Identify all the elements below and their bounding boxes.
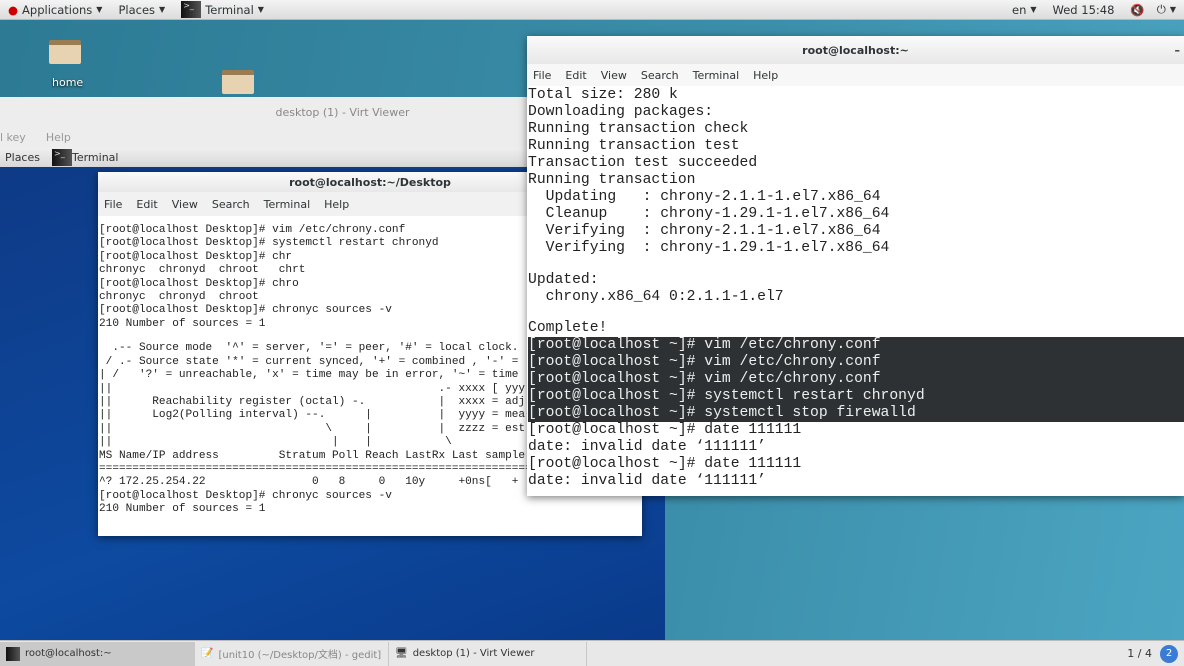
system-menu[interactable]: 🔇 ⏻ ▼ bbox=[1122, 0, 1184, 20]
terminal-line: [root@localhost ~]# systemctl stop firew… bbox=[528, 405, 1184, 423]
volume-muted-icon: 🔇 bbox=[1130, 2, 1145, 17]
menu-file[interactable]: File bbox=[533, 69, 551, 82]
redhat-icon: ● bbox=[8, 2, 19, 17]
right-terminal-window: root@localhost:~ – File Edit View Search Term… bbox=[527, 36, 1184, 496]
terminal-line: Running transaction test bbox=[528, 138, 740, 154]
menu-help[interactable]: Help bbox=[324, 198, 349, 211]
menu-view[interactable]: View bbox=[601, 69, 627, 82]
menu-view[interactable]: View bbox=[172, 198, 198, 211]
terminal-icon: >_ bbox=[51, 148, 72, 166]
terminal-line: Verifying : chrony-1.29.1-1.el7.x86_64 bbox=[528, 240, 890, 256]
terminal-line: [root@localhost ~]# date 111111 bbox=[528, 456, 802, 473]
window-title: root@localhost:~/Desktop bbox=[289, 175, 451, 189]
terminal-line: [root@localhost ~]# systemctl restart ch… bbox=[528, 388, 1184, 406]
clock[interactable]: Wed 15:48 bbox=[1045, 0, 1123, 20]
menu-send-key[interactable]: l key bbox=[0, 131, 26, 144]
terminal-line: Running transaction check bbox=[528, 121, 749, 137]
menu-search[interactable]: Search bbox=[641, 69, 679, 82]
terminal-line: date: invalid date ‘111111’ bbox=[528, 439, 766, 456]
vm-places-menu[interactable]: Places bbox=[0, 151, 52, 164]
taskbar: root@localhost:~ 📝 [unit10 (~/Desktop/文档)… bbox=[0, 640, 1184, 666]
terminal-line: Complete! bbox=[528, 320, 608, 337]
terminal-line: Total size: 280 k bbox=[528, 87, 678, 103]
menu-file[interactable]: File bbox=[104, 198, 122, 211]
terminal-line: Downloading packages: bbox=[528, 104, 714, 120]
menu-help[interactable]: Help bbox=[46, 131, 71, 144]
terminal-line: Cleanup : chrony-1.29.1-1.el7.x86_64 bbox=[528, 206, 890, 222]
terminal-line: Updated: bbox=[528, 271, 599, 288]
menu-terminal[interactable]: Terminal bbox=[264, 198, 311, 211]
monitor-icon: 🖥 bbox=[395, 648, 408, 659]
terminal-line: [root@localhost ~]# date 111111 bbox=[528, 422, 802, 439]
applications-label: Applications bbox=[22, 2, 93, 17]
text-editor-icon: 📝 bbox=[201, 648, 214, 659]
terminal-line: Transaction test succeeded bbox=[528, 155, 758, 171]
power-icon: ⏻ bbox=[1156, 2, 1166, 16]
places-menu[interactable]: Places ▼ bbox=[110, 0, 173, 20]
caret-down-icon: ▼ bbox=[1030, 5, 1037, 14]
window-title: root@localhost:~ bbox=[802, 43, 909, 57]
task-terminal[interactable]: root@localhost:~ bbox=[0, 641, 195, 666]
terminal-icon: >_ bbox=[181, 1, 202, 18]
task-gedit[interactable]: 📝 [unit10 (~/Desktop/文档) - gedit] bbox=[195, 641, 389, 666]
task-label: root@localhost:~ bbox=[25, 648, 112, 659]
folder-icon[interactable] bbox=[222, 70, 254, 94]
minimize-icon[interactable]: – bbox=[1175, 44, 1181, 57]
vm-terminal-menu[interactable]: Terminal bbox=[72, 151, 119, 164]
home-label: home bbox=[52, 76, 84, 89]
top-panel: ● Applications ▼ Places ▼ >_ Terminal ▼ en ▼ W… bbox=[0, 0, 1184, 20]
menu-edit[interactable]: Edit bbox=[136, 198, 157, 211]
right-terminal-menubar: File Edit View Search Terminal Help bbox=[527, 64, 1184, 86]
terminal-line: chrony.x86_64 0:2.1.1-1.el7 bbox=[528, 288, 784, 305]
caret-down-icon: ▼ bbox=[159, 5, 166, 14]
task-virt-viewer[interactable]: 🖥 desktop (1) - Virt Viewer bbox=[389, 641, 587, 666]
menu-help[interactable]: Help bbox=[753, 69, 778, 82]
workspace-indicator[interactable]: 1 / 4 bbox=[1127, 647, 1152, 660]
home-folder-icon[interactable] bbox=[49, 40, 81, 64]
terminal-line: 210 Number of sources = 1 bbox=[99, 503, 266, 516]
applications-menu[interactable]: ● Applications ▼ bbox=[0, 0, 110, 20]
terminal-line: date: invalid date ‘111111’ bbox=[528, 473, 766, 490]
terminal-line: Updating : chrony-2.1.1-1.el7.x86_64 bbox=[528, 189, 881, 205]
language-label: en bbox=[1012, 2, 1027, 17]
caret-down-icon: ▼ bbox=[1169, 5, 1176, 14]
menu-search[interactable]: Search bbox=[212, 198, 250, 211]
virt-viewer-title: desktop (1) - Virt Viewer bbox=[275, 105, 410, 119]
terminal-icon bbox=[6, 646, 20, 661]
terminal-line: [root@localhost ~]# vim /etc/chrony.conf bbox=[528, 371, 1184, 389]
notification-badge[interactable]: 2 bbox=[1160, 644, 1178, 663]
caret-down-icon: ▼ bbox=[257, 5, 264, 14]
terminal-line: Running transaction bbox=[528, 172, 696, 188]
terminal-line: Verifying : chrony-2.1.1-1.el7.x86_64 bbox=[528, 223, 881, 239]
right-terminal-titlebar: root@localhost:~ – bbox=[527, 36, 1184, 64]
terminal-line: [root@localhost ~]# vim /etc/chrony.conf bbox=[528, 354, 1184, 372]
task-label: desktop (1) - Virt Viewer bbox=[412, 648, 535, 659]
menu-edit[interactable]: Edit bbox=[565, 69, 586, 82]
right-terminal-output[interactable]: Total size: 280 k Downloading packages: Ru… bbox=[527, 86, 1184, 496]
terminal-label: Terminal bbox=[205, 2, 254, 17]
clock-label: Wed 15:48 bbox=[1052, 2, 1115, 17]
terminal-app-menu[interactable]: >_ Terminal ▼ bbox=[173, 0, 272, 20]
menu-terminal[interactable]: Terminal bbox=[693, 69, 740, 82]
task-label: [unit10 (~/Desktop/文档) - gedit] bbox=[218, 650, 382, 661]
caret-down-icon: ▼ bbox=[96, 5, 103, 14]
terminal-line: [root@localhost ~]# vim /etc/chrony.conf bbox=[528, 337, 1184, 355]
language-menu[interactable]: en ▼ bbox=[1004, 0, 1045, 20]
places-label: Places bbox=[118, 2, 156, 17]
